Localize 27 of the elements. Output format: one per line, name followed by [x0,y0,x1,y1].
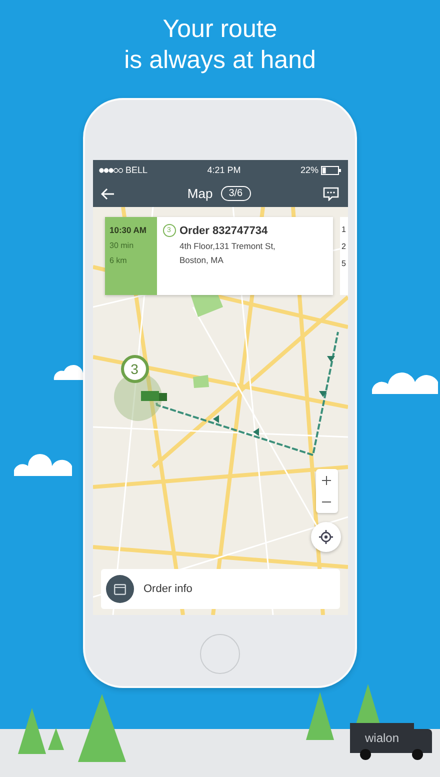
crosshair-icon [318,530,332,544]
clock-label: 4:21 PM [207,165,241,175]
carrier-label: BELL [126,165,148,175]
order-time: 10:30 AM [110,225,148,235]
minus-icon [322,501,331,503]
battery-icon [321,166,342,174]
truck-icon [140,389,166,403]
delivery-truck-logo: wialon [350,723,434,761]
back-arrow-icon[interactable] [100,188,114,200]
box-icon [106,575,134,603]
locate-button[interactable] [310,522,340,552]
battery-label: 22% [300,165,318,175]
order-counter: 3/6 [220,186,251,201]
signal-icon [98,168,122,172]
cloud-icon [14,452,72,476]
order-distance: 6 km [110,256,128,265]
plus-icon [322,476,331,484]
order-address: 4th Floor,131 Tremont St, [178,241,276,251]
headline: Your route is always at hand [124,14,316,76]
order-address: Boston, MA [178,255,224,265]
order-info-button[interactable]: Order info [100,569,340,609]
map-marker[interactable]: 3 [120,355,148,383]
next-order-card[interactable]: 1 2 5 [340,217,348,295]
screen-title: Map [187,186,213,201]
order-title: Order 832747734 [180,224,268,236]
order-duration: 30 min [110,241,135,250]
chat-icon[interactable] [323,186,340,200]
